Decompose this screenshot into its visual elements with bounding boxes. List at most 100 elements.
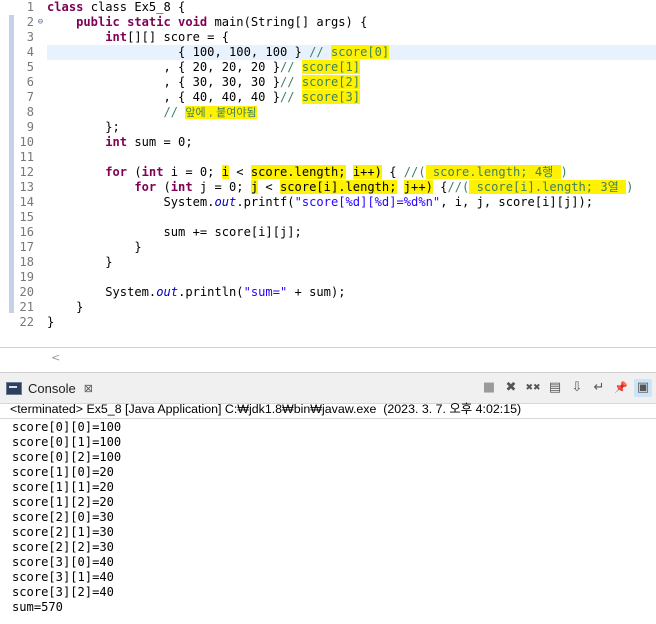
- horizontal-scrollbar[interactable]: <: [47, 350, 656, 366]
- console-output-line: sum=570: [12, 600, 63, 614]
- code-text: [][] score = {: [127, 30, 230, 44]
- string-literal: "score[%d][%d]=%d%n": [294, 195, 441, 209]
- line-number: 1: [26, 0, 34, 14]
- highlighted-code: score.length;: [250, 165, 346, 179]
- console-status-line: <terminated> Ex5_8 [Java Application] C:…: [10, 402, 522, 416]
- highlighted-comment: score.length; 4행: [425, 165, 561, 179]
- fold-collapse-icon[interactable]: ⊖: [36, 18, 45, 27]
- scroll-left-arrow-icon[interactable]: <: [51, 350, 60, 366]
- line-number-gutter: 1 2 ⊖ 3 4 5 6 7 8 9 10 11 12 13 14 15 16…: [0, 0, 45, 330]
- code-line-3[interactable]: int[][] score = {: [47, 30, 229, 45]
- console-output-line: score[3][0]=40: [12, 555, 114, 569]
- line-number: 4: [26, 45, 34, 59]
- keyword: int: [105, 135, 128, 149]
- code-line-18[interactable]: }: [47, 255, 112, 270]
- keyword: public static void: [76, 15, 208, 29]
- code-editor[interactable]: 1 2 ⊖ 3 4 5 6 7 8 9 10 11 12 13 14 15 16…: [0, 0, 656, 366]
- console-output-line: score[0][0]=100: [12, 420, 122, 434]
- console-tab[interactable]: Console ⊠: [6, 378, 93, 398]
- scroll-lock-icon[interactable]: ⇩: [568, 379, 586, 397]
- code-text: i = 0;: [163, 165, 222, 179]
- code-line-6[interactable]: , { 30, 30, 30 }// score[2]: [47, 75, 361, 90]
- code-line-20[interactable]: System.out.println("sum=" + sum);: [47, 285, 345, 300]
- code-line-4[interactable]: { 100, 100, 100 } // score[0]: [47, 45, 390, 60]
- word-wrap-icon[interactable]: ↵: [590, 379, 608, 397]
- code-line-21[interactable]: }: [47, 300, 83, 315]
- line-number: 17: [19, 240, 34, 254]
- code-line-7[interactable]: , { 40, 40, 40 }// score[3]: [47, 90, 361, 105]
- code-line-10[interactable]: int sum = 0;: [47, 135, 192, 150]
- console-output-line: score[1][1]=20: [12, 480, 114, 494]
- class-declaration: class Ex5_8 {: [90, 0, 186, 14]
- highlighted-comment: score[2]: [301, 75, 361, 89]
- comment: //: [280, 75, 302, 89]
- line-number: 14: [19, 195, 34, 209]
- remove-all-icon[interactable]: ✖✖: [524, 379, 542, 397]
- console-view-header: Console ⊠ ■ ✖ ✖✖ ▤ ⇩ ↵ 📌 ▣: [0, 372, 656, 404]
- comment: ): [626, 180, 634, 194]
- static-field: out: [214, 195, 237, 209]
- code-line-12[interactable]: for (int i = 0; i < score.length; i++) {…: [47, 165, 568, 180]
- comment: //: [280, 60, 302, 74]
- keyword: int: [105, 30, 128, 44]
- comment: ): [560, 165, 568, 179]
- clear-console-icon[interactable]: ▤: [546, 379, 564, 397]
- line-number: 11: [19, 150, 34, 164]
- static-field: out: [156, 285, 179, 299]
- line-number: 7: [26, 90, 34, 104]
- code-line-8[interactable]: // 앞에 , 붙여야됨: [47, 105, 257, 120]
- console-icon: [6, 381, 22, 395]
- code-line-13[interactable]: for (int j = 0; j < score[i].length; j++…: [47, 180, 633, 195]
- highlighted-comment: score[1]: [301, 60, 361, 74]
- keyword: int: [141, 165, 164, 179]
- stop-icon[interactable]: ■: [480, 379, 498, 397]
- code-line-5[interactable]: , { 20, 20, 20 }// score[1]: [47, 60, 361, 75]
- close-icon[interactable]: ⊠: [84, 382, 93, 395]
- display-selected-console-icon[interactable]: ▣: [634, 379, 652, 397]
- keyword: int: [170, 180, 193, 194]
- code-text: , { 20, 20, 20 }: [47, 60, 280, 74]
- code-text: j = 0;: [192, 180, 251, 194]
- highlighted-comment: 앞에 , 붙여야됨: [185, 106, 257, 119]
- line-number: 21: [19, 300, 34, 314]
- highlighted-code: j++): [403, 180, 433, 194]
- code-text: , i, j, score[i][j]);: [440, 195, 594, 209]
- code-line-1[interactable]: class class Ex5_8 {: [47, 0, 185, 15]
- line-number: 12: [19, 165, 34, 179]
- code-text: (: [127, 165, 142, 179]
- comment: //: [309, 45, 331, 59]
- remove-launch-icon[interactable]: ✖: [502, 379, 520, 397]
- line-number: 18: [19, 255, 34, 269]
- code-line-14[interactable]: System.out.printf("score[%d][%d]=%d%n", …: [47, 195, 593, 210]
- code-line-22[interactable]: }: [47, 315, 54, 330]
- highlighted-code: i: [221, 165, 230, 179]
- line-number: 10: [19, 135, 34, 149]
- code-text: , { 40, 40, 40 }: [47, 90, 280, 104]
- code-text: { 100, 100, 100 }: [47, 45, 310, 59]
- code-text: <: [258, 180, 280, 194]
- code-text: <: [229, 165, 251, 179]
- line-number: 22: [19, 315, 34, 329]
- keyword: for: [105, 165, 128, 179]
- line-number: 16: [19, 225, 34, 239]
- comment: //(: [447, 180, 470, 194]
- comment: //: [163, 105, 186, 119]
- code-text: System.: [47, 195, 215, 209]
- code-line-17[interactable]: }: [47, 240, 141, 255]
- line-number: 9: [26, 120, 34, 134]
- line-number: 15: [19, 210, 34, 224]
- console-output-line: score[2][0]=30: [12, 510, 114, 524]
- code-line-9[interactable]: };: [47, 120, 120, 135]
- code-text: System.: [47, 285, 157, 299]
- pin-console-icon[interactable]: 📌: [612, 379, 630, 397]
- console-output[interactable]: score[0][0]=100 score[0][1]=100 score[0]…: [12, 420, 121, 615]
- console-output-line: score[0][2]=100: [12, 450, 122, 464]
- code-line-16[interactable]: sum += score[i][j];: [47, 225, 301, 240]
- code-line-2[interactable]: public static void main(String[] args) {: [47, 15, 367, 30]
